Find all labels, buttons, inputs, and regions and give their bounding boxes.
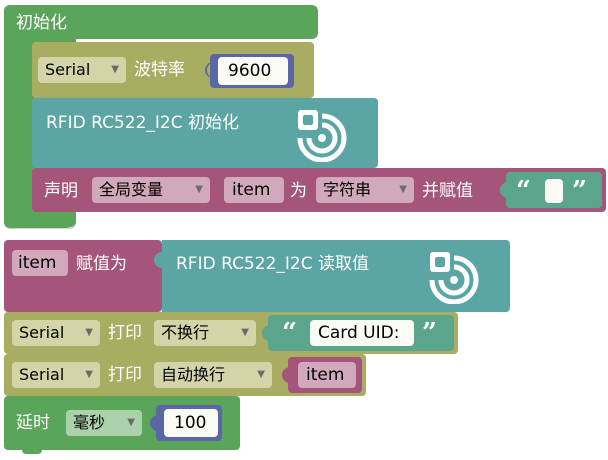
baud-label: 波特率 bbox=[134, 60, 185, 80]
assign-label: 赋值为 bbox=[76, 254, 127, 274]
as-label: 为 bbox=[290, 181, 307, 201]
type-dropdown[interactable]: 字符串 ▼ bbox=[316, 177, 414, 203]
serial-port-dropdown[interactable]: Serial ▼ bbox=[38, 57, 126, 83]
setup-footer bbox=[4, 212, 72, 228]
chevron-down-icon: ▼ bbox=[257, 369, 265, 380]
delay-value-input[interactable]: 100 bbox=[164, 409, 218, 437]
open-quote-icon: “ bbox=[282, 318, 297, 348]
open-quote-icon: “ bbox=[516, 176, 531, 206]
chevron-down-icon: ▼ bbox=[85, 327, 93, 338]
delay-unit-dropdown[interactable]: 毫秒 ▼ bbox=[66, 410, 142, 436]
serial-port-dropdown[interactable]: Serial ▼ bbox=[12, 320, 100, 346]
delay-notch bbox=[22, 448, 42, 454]
declare-label: 声明 bbox=[44, 181, 78, 201]
rfid-icon bbox=[297, 110, 347, 162]
variable-name-field[interactable]: item bbox=[224, 177, 284, 203]
rfid-read-label: RFID RC522_I2C 读取值 bbox=[176, 254, 369, 274]
print-label: 打印 bbox=[108, 323, 142, 343]
scope-dropdown[interactable]: 全局变量 ▼ bbox=[92, 177, 210, 203]
serial-port-dropdown[interactable]: Serial ▼ bbox=[12, 362, 100, 388]
close-quote-icon: ” bbox=[572, 176, 587, 206]
rfid-icon bbox=[429, 252, 479, 304]
assign-variable-field[interactable]: item bbox=[12, 250, 68, 276]
baud-rate-input[interactable]: 9600 bbox=[218, 57, 288, 85]
print-label: 打印 bbox=[108, 365, 142, 385]
chevron-down-icon: ▼ bbox=[241, 327, 249, 338]
print-variable-field[interactable]: item bbox=[298, 362, 356, 388]
chevron-down-icon: ▼ bbox=[127, 417, 135, 428]
text-value-input[interactable] bbox=[545, 179, 563, 203]
close-quote-icon: ” bbox=[422, 318, 437, 348]
delay-label: 延时 bbox=[16, 413, 50, 433]
rfid-init-label: RFID RC522_I2C 初始化 bbox=[46, 113, 239, 133]
chevron-down-icon: ▼ bbox=[111, 64, 119, 75]
chevron-down-icon: ▼ bbox=[85, 369, 93, 380]
assign-label: 并赋值 bbox=[422, 181, 473, 201]
print-mode-dropdown[interactable]: 自动换行 ▼ bbox=[154, 362, 272, 388]
chevron-down-icon: ▼ bbox=[195, 184, 203, 195]
print-text-input[interactable]: Card UID: bbox=[310, 320, 414, 346]
print-mode-dropdown[interactable]: 不换行 ▼ bbox=[154, 320, 256, 346]
setup-title: 初始化 bbox=[16, 13, 67, 33]
chevron-down-icon: ▼ bbox=[399, 184, 407, 195]
